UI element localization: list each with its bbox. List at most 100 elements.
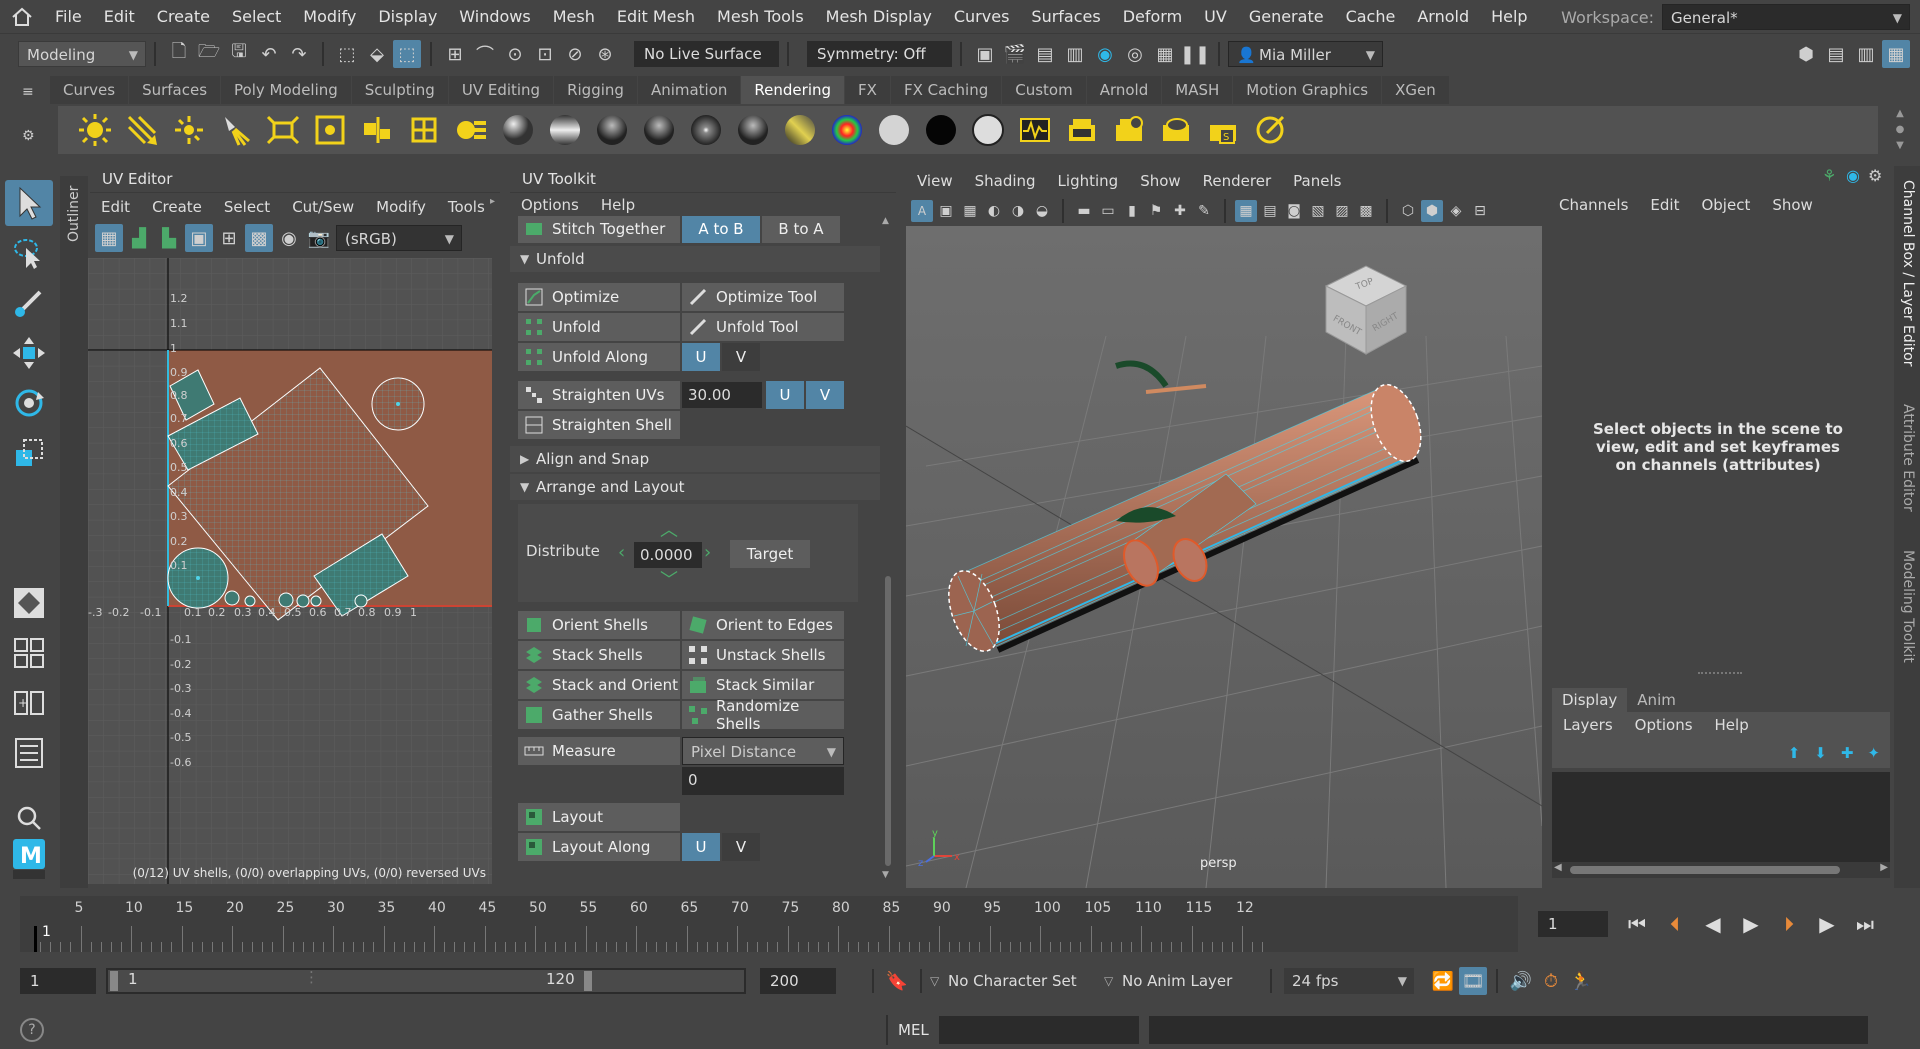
- uv-shell-select-icon[interactable]: ▦: [95, 224, 123, 252]
- save-scene-icon[interactable]: 🖫: [225, 40, 253, 68]
- tab-attribute-editor[interactable]: Attribute Editor: [1900, 404, 1916, 512]
- menu-arnold[interactable]: Arnold: [1406, 0, 1480, 34]
- splitter-handle[interactable]: [1698, 672, 1742, 676]
- uv-checker-icon[interactable]: ▩: [245, 224, 273, 252]
- pause-icon[interactable]: ❚❚: [1180, 40, 1210, 68]
- align-snap-section-header[interactable]: ▶ Align and Snap: [510, 446, 880, 472]
- field-chart-icon[interactable]: ⚑: [1145, 200, 1167, 222]
- move-tool-icon[interactable]: [5, 330, 53, 376]
- volume-light-icon[interactable]: [311, 111, 349, 149]
- chevron-right-icon[interactable]: ›: [704, 542, 711, 563]
- uv-vertex-select-icon[interactable]: ▟: [125, 224, 153, 252]
- select-camera-icon[interactable]: A: [911, 200, 933, 222]
- menu-curves[interactable]: Curves: [943, 0, 1021, 34]
- unfold-along-button[interactable]: Unfold Along: [518, 343, 680, 371]
- auto-key-icon[interactable]: 🔖: [883, 967, 911, 995]
- tool-settings-icon[interactable]: ▥: [1852, 40, 1880, 68]
- tab-display[interactable]: Display: [1552, 688, 1628, 712]
- scale-tool-icon[interactable]: [5, 430, 53, 476]
- menu-cache[interactable]: Cache: [1335, 0, 1407, 34]
- uv-grid-icon[interactable]: ▣: [185, 224, 213, 252]
- menu-mesh-display[interactable]: Mesh Display: [815, 0, 943, 34]
- arrange-layout-section-header[interactable]: ▼ Arrange and Layout: [510, 474, 880, 500]
- new-layer-selected-icon[interactable]: ✦: [1867, 744, 1880, 762]
- phong-sphere-icon[interactable]: [593, 111, 631, 149]
- render-sequence-icon[interactable]: [1110, 111, 1148, 149]
- lasso-tool-icon[interactable]: [5, 230, 53, 276]
- menu-surfaces[interactable]: Surfaces: [1020, 0, 1111, 34]
- menu-uv[interactable]: UV: [1193, 0, 1238, 34]
- uv-menu-modify[interactable]: Modify: [365, 198, 437, 216]
- snap-curve-icon[interactable]: ⌒: [471, 40, 499, 68]
- xray-active-icon[interactable]: ⬢: [1421, 200, 1443, 222]
- layout-u-toggle[interactable]: U: [682, 833, 720, 861]
- shelf-tab-mash[interactable]: MASH: [1162, 76, 1233, 104]
- safe-title-icon[interactable]: ✎: [1193, 200, 1215, 222]
- render-frame-icon[interactable]: 🎬: [1001, 40, 1029, 68]
- channel-box-settings-icon[interactable]: ⚙: [1868, 166, 1882, 185]
- stack-shells-button[interactable]: Stack Shells: [518, 641, 680, 669]
- shelf-tab-custom[interactable]: Custom: [1002, 76, 1086, 104]
- unstack-shells-button[interactable]: Unstack Shells: [682, 641, 844, 669]
- shelf-tab-poly-modeling[interactable]: Poly Modeling: [221, 76, 351, 104]
- command-input[interactable]: [938, 1015, 1139, 1044]
- paint-select-icon[interactable]: [5, 280, 53, 326]
- uv-menu-create[interactable]: Create: [141, 198, 213, 216]
- menu-deform[interactable]: Deform: [1112, 0, 1193, 34]
- orient-shells-button[interactable]: Orient Shells: [518, 611, 680, 639]
- viewport-menu-renderer[interactable]: Renderer: [1192, 172, 1282, 190]
- measure-mode-dropdown[interactable]: Pixel Distance ▼: [682, 737, 844, 765]
- cache-playback-icon[interactable]: 🎞: [1459, 967, 1487, 995]
- uv-image-icon[interactable]: 📷: [305, 224, 333, 252]
- search-icon[interactable]: [5, 804, 53, 832]
- uv-menu-edit[interactable]: Edit: [90, 198, 141, 216]
- range-start-handle[interactable]: [110, 971, 118, 991]
- layer-menu-help[interactable]: Help: [1704, 716, 1760, 734]
- menu-mesh-tools[interactable]: Mesh Tools: [706, 0, 815, 34]
- scroll-right-icon[interactable]: ▶: [1880, 862, 1888, 873]
- unfold-u-toggle[interactable]: U: [682, 343, 720, 371]
- snap-view-icon[interactable]: ⊡: [531, 40, 559, 68]
- outliner-tab[interactable]: Outliner: [60, 176, 88, 888]
- shelf-tab-rendering[interactable]: Rendering: [741, 76, 845, 104]
- colorspace-dropdown[interactable]: (sRGB) ▼: [336, 225, 462, 251]
- optimize-tool-button[interactable]: Optimize Tool: [682, 283, 844, 311]
- select-component-icon[interactable]: ⬚: [393, 40, 421, 68]
- toolkit-menu-options[interactable]: Options: [510, 196, 590, 214]
- gate-mask-icon[interactable]: ▮: [1121, 200, 1143, 222]
- snap-surface-icon[interactable]: ⊘: [561, 40, 589, 68]
- shelf-tab-xgen[interactable]: XGen: [1382, 76, 1449, 104]
- modeling-toolkit-icon[interactable]: ⬢: [1792, 40, 1820, 68]
- chevron-down-icon[interactable]: ﹀: [660, 566, 678, 592]
- select-object-icon[interactable]: ⬙: [363, 40, 391, 68]
- menu-select[interactable]: Select: [221, 0, 292, 34]
- uv-pixel-snap-icon[interactable]: ⊞: [215, 224, 243, 252]
- stack-and-orient-button[interactable]: Stack and Orient: [518, 671, 680, 699]
- menu-modify[interactable]: Modify: [292, 0, 367, 34]
- menu-windows[interactable]: Windows: [448, 0, 541, 34]
- blinn-sphere-icon[interactable]: [640, 111, 678, 149]
- layout-button[interactable]: Layout: [518, 803, 680, 831]
- viewport-menu-panels[interactable]: Panels: [1282, 172, 1352, 190]
- layer-hscrollbar[interactable]: ◀ ▶: [1552, 862, 1890, 878]
- menu-edit-mesh[interactable]: Edit Mesh: [606, 0, 706, 34]
- step-back-key-icon[interactable]: ⏴: [1660, 909, 1690, 939]
- shelf-tab-animation[interactable]: Animation: [637, 76, 741, 104]
- uv-toolkit-scrollbar[interactable]: ▲ ▼: [882, 216, 894, 880]
- stack-similar-button[interactable]: Stack Similar: [682, 671, 844, 699]
- menu-mesh[interactable]: Mesh: [542, 0, 606, 34]
- b-to-a-button[interactable]: B to A: [762, 216, 840, 243]
- straighten-shell-button[interactable]: Straighten Shell: [518, 411, 680, 439]
- current-frame-field[interactable]: 1: [1538, 911, 1608, 937]
- light-editor-icon[interactable]: [452, 111, 490, 149]
- play-forward-icon[interactable]: ▶: [1736, 909, 1766, 939]
- xray-icon[interactable]: ⬡: [1397, 200, 1419, 222]
- render-settings-shelf-icon[interactable]: S: [1204, 111, 1242, 149]
- straighten-v-toggle[interactable]: V: [806, 381, 844, 409]
- distribute-value-input[interactable]: 0.0000: [634, 542, 702, 568]
- help-icon[interactable]: ?: [20, 1017, 44, 1042]
- tab-anim[interactable]: Anim: [1627, 688, 1686, 712]
- shelf-tab-arnold[interactable]: Arnold: [1086, 76, 1162, 104]
- live-surface-field[interactable]: No Live Surface: [634, 41, 779, 67]
- viewport-menu-view[interactable]: View: [906, 172, 964, 190]
